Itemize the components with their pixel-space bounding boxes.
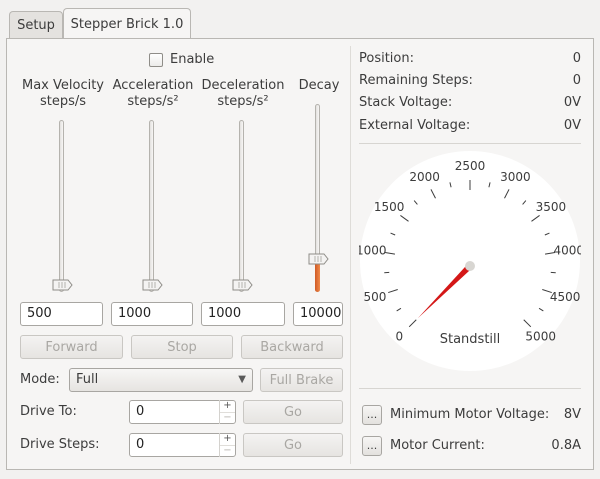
mode-label: Mode: [20,372,60,387]
max-velocity-title: Max Velocity steps/s [16,78,110,110]
drive-to-label: Drive To: [20,404,77,419]
deceleration-title: Deceleration steps/s² [197,78,289,110]
min-motor-voltage-button[interactable]: ... [362,405,382,425]
gauge-tick-label: 2000 [409,170,440,184]
acceleration-slider[interactable] [149,120,154,292]
increment-icon[interactable]: + [220,400,235,412]
label-line: Decay [298,78,340,93]
remaining-steps-row: Remaining Steps: 0 [359,72,581,90]
drive-steps-go-button[interactable]: Go [243,433,343,457]
deceleration-label: Deceleration steps/s² [197,78,289,110]
label-line: steps/s² [127,94,179,109]
increment-icon[interactable]: + [220,433,235,445]
label-line: Deceleration [201,78,285,93]
drive-to-value: 0 [136,404,145,419]
min-motor-voltage-label: Minimum Motor Voltage: [390,407,550,422]
speed-gauge: 0 500 1000 1500 2000 2500 3000 3500 4000 4500 5000… [359,151,581,371]
drive-steps-stepper[interactable]: + − [219,433,235,457]
drive-to-stepper[interactable]: + − [219,400,235,424]
gauge-tick-label: 1000 [359,243,387,257]
label-line: Acceleration [112,78,194,93]
gauge-tick-label: 0 [395,330,403,344]
drive-to-go-button[interactable]: Go [243,400,343,424]
motor-current-label: Motor Current: [390,438,485,453]
gauge-tick-label: 4500 [550,290,581,304]
mode-select-value: Full [76,372,99,387]
motor-current-value: 0.8A [551,438,581,453]
acceleration-title: Acceleration steps/s² [108,78,198,110]
gauge-tick-label: 3000 [500,170,531,184]
mode-select[interactable]: Full ▼ [69,368,253,392]
max-velocity-slider[interactable] [59,120,64,292]
label-line: steps/s² [217,94,269,109]
external-voltage-row: External Voltage: 0V [359,117,581,135]
tab-setup[interactable]: Setup [9,11,63,39]
remaining-steps-value: 0 [572,73,581,88]
full-brake-button[interactable]: Full Brake [260,368,343,392]
decay-input[interactable]: 10000 [293,302,343,326]
stack-voltage-label: Stack Voltage: [359,95,453,110]
acceleration-slider-handle[interactable] [141,278,163,292]
deceleration-slider[interactable] [239,120,244,292]
gauge-tick-label: 5000 [525,330,556,344]
forward-button[interactable]: Forward [20,335,123,359]
stack-voltage-row: Stack Voltage: 0V [359,94,581,112]
position-label: Position: [359,51,414,66]
position-row: Position: 0 [359,50,581,68]
label-line: Max Velocity [21,78,104,93]
gauge-tick-label: 2500 [455,159,486,173]
column-divider [350,46,351,464]
deceleration-input[interactable]: 1000 [201,302,285,326]
gauge-tick-label: 3500 [536,200,567,214]
drive-steps-label: Drive Steps: [20,437,100,452]
chevron-down-icon: ▼ [238,374,246,385]
drive-steps-value: 0 [136,437,145,452]
max-velocity-slider-handle[interactable] [51,278,73,292]
gauge-tick-label: 1500 [374,200,405,214]
decrement-icon[interactable]: − [220,411,235,425]
decay-title: Decay [294,78,344,94]
stack-voltage-value: 0V [563,95,581,110]
position-value: 0 [572,51,581,66]
max-velocity-input[interactable]: 500 [20,302,103,326]
backward-button[interactable]: Backward [241,335,343,359]
gauge-tick-label: 500 [363,290,386,304]
label-line: steps/s [39,94,87,109]
status-separator [359,143,581,144]
external-voltage-value: 0V [563,118,581,133]
acceleration-label: Acceleration steps/s² [108,78,198,110]
min-motor-voltage-value: 8V [563,407,581,422]
max-velocity-label: Max Velocity steps/s [16,78,110,110]
acceleration-input[interactable]: 1000 [111,302,193,326]
remaining-steps-label: Remaining Steps: [359,73,473,88]
deceleration-slider-handle[interactable] [231,278,253,292]
decay-slider-handle[interactable] [307,252,329,266]
gauge-hub [465,261,475,271]
decrement-icon[interactable]: − [220,444,235,458]
gauge-tick-label: 4000 [553,243,581,257]
tab-stepper-brick[interactable]: Stepper Brick 1.0 [63,8,191,39]
enable-checkbox[interactable] [149,53,163,67]
gauge-caption: Standstill [440,332,501,347]
external-voltage-label: External Voltage: [359,118,471,133]
enable-label: Enable [170,52,215,67]
decay-label: Decay [294,78,344,94]
stop-button[interactable]: Stop [131,335,233,359]
motor-current-button[interactable]: ... [362,436,382,456]
bottom-separator [359,388,581,389]
